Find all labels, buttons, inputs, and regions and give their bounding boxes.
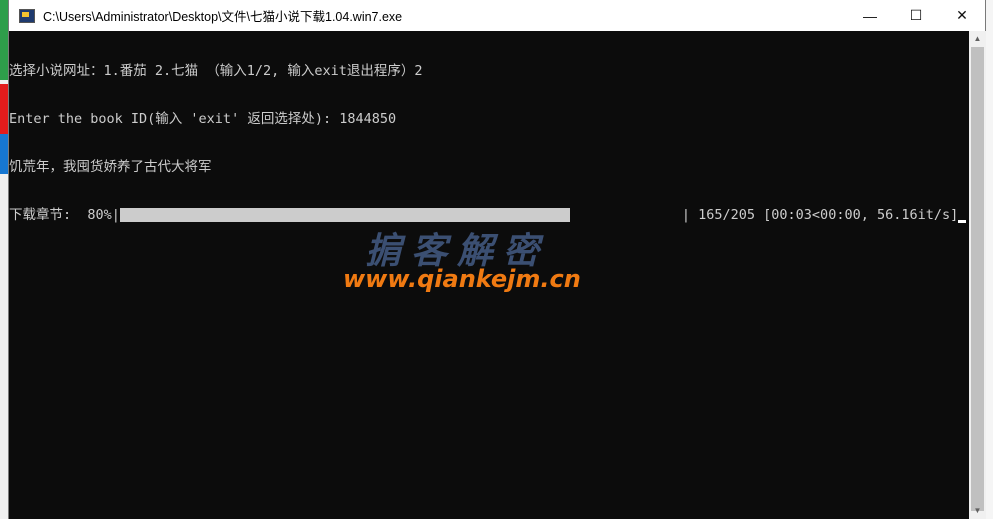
scroll-down-icon[interactable]: ▼ [969, 503, 986, 519]
background-window-left [0, 0, 8, 519]
progress-stats: | 165/205 [00:03<00:00, 56.16it/s] [681, 207, 959, 223]
minimize-button[interactable]: — [847, 0, 893, 31]
console-line: 饥荒年，我囤货娇养了古代大将军 [9, 159, 212, 175]
scroll-up-icon[interactable]: ▲ [969, 31, 986, 47]
vertical-scrollbar[interactable]: ▲ ▼ [969, 31, 986, 519]
background-window-right [986, 0, 993, 519]
scrollbar-thumb[interactable] [971, 47, 984, 511]
text-cursor [958, 220, 967, 223]
progress-label: 下载章节: 80%| [9, 207, 120, 223]
window-title: C:\Users\Administrator\Desktop\文件\七猫小说下载… [43, 10, 403, 24]
console-line: 选择小说网址：1.番茄 2.七猫 （输入1/2, 输入exit退出程序）2 [9, 63, 423, 79]
title-bar[interactable]: C:\Users\Administrator\Desktop\文件\七猫小说下载… [9, 0, 985, 31]
watermark-url: www.qiankejm.cn [343, 265, 581, 293]
maximize-button[interactable]: ☐ [893, 0, 939, 31]
app-icon [19, 8, 35, 23]
progress-line: 下载章节: 80%| | 165/205 [00:03<00:00, 56.16i… [9, 207, 969, 223]
close-button[interactable]: ✕ [939, 0, 985, 31]
console-line: Enter the book ID(输入 'exit' 返回选择处): 1844… [9, 111, 397, 127]
progress-bar [119, 208, 570, 222]
